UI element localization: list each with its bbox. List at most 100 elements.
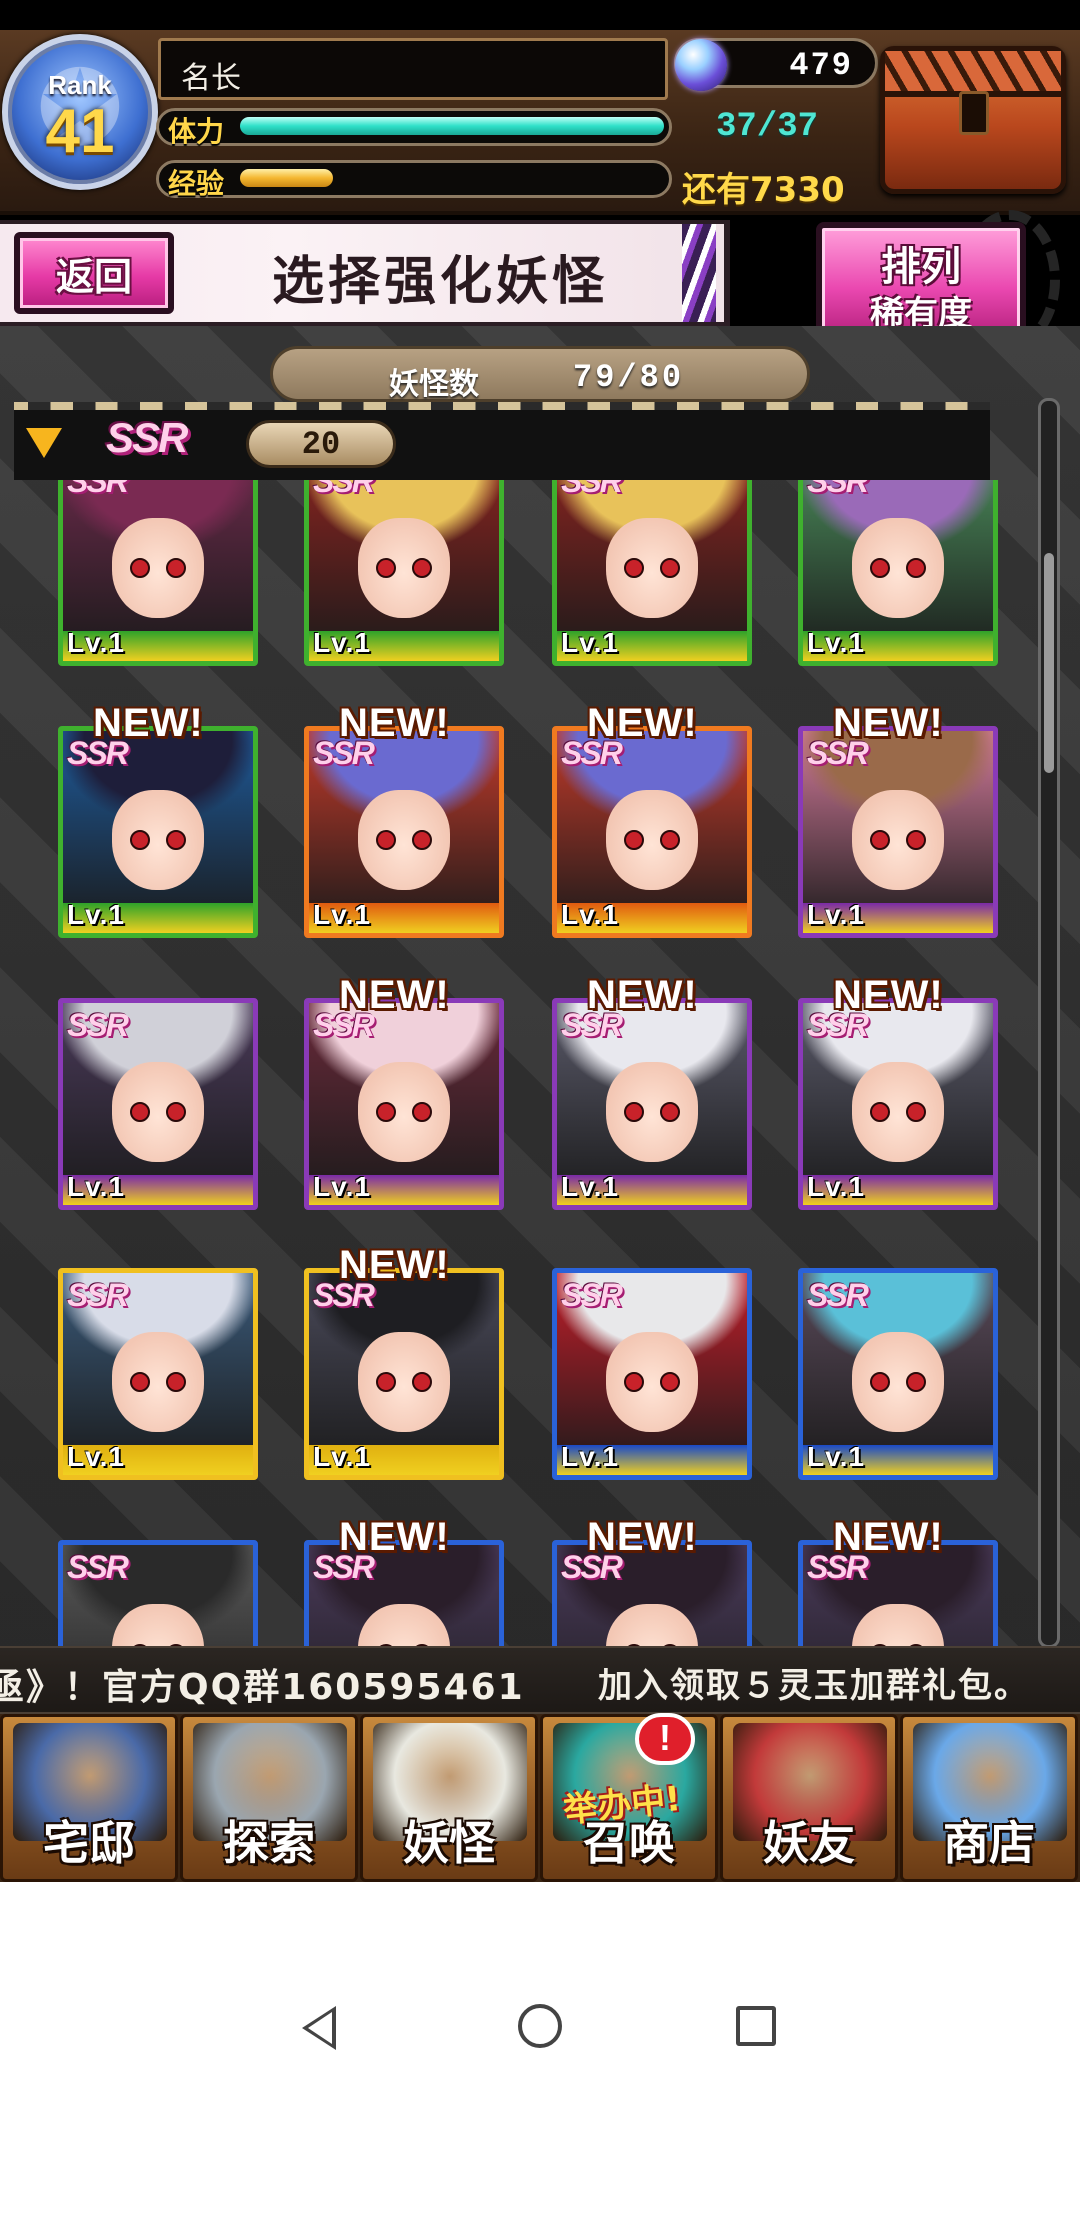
monster-card[interactable]: Lv.1SSRNEW! bbox=[552, 973, 752, 1210]
monster-level: Lv.1 bbox=[561, 1441, 619, 1472]
monster-card[interactable]: Lv.1SSR bbox=[798, 1268, 998, 1480]
monster-list-panel: 妖怪数 79/80 SSR 20 Lv.1 SSR Lv.1 SSR Lv.1 SSR Lv… bbox=[0, 326, 1080, 1646]
monster-level: Lv.1 bbox=[67, 627, 125, 658]
ssr-badge: SSR bbox=[67, 1007, 129, 1043]
monster-card[interactable]: Lv.1SSR bbox=[58, 1540, 258, 1646]
bottom-nav: 宅邸 探索 妖怪 举办中!! 召唤 妖友 商店 bbox=[0, 1713, 1080, 1882]
announcement-ticker: 亟》！官方QQ群160595461 加入领取５灵玉加群礼包。 bbox=[0, 1646, 1080, 1714]
monster-card[interactable]: Lv.1SSRNEW! bbox=[58, 701, 258, 938]
stamina-fill bbox=[240, 117, 664, 135]
monster-card[interactable]: Lv.1SSR bbox=[304, 480, 504, 666]
nav-crystal-orb[interactable]: 商店 bbox=[900, 1714, 1078, 1882]
ssr-badge: SSR bbox=[67, 1549, 129, 1585]
monster-level: Lv.1 bbox=[313, 899, 371, 930]
new-badge: NEW! bbox=[93, 701, 204, 745]
exp-bar: 经验 bbox=[156, 160, 672, 200]
monster-level: Lv.1 bbox=[313, 1171, 371, 1202]
monster-card[interactable]: Lv.1 SSR bbox=[552, 1268, 752, 1480]
monster-count-value: 79/80 bbox=[573, 359, 685, 396]
stamina-value: 37/37 bbox=[716, 108, 819, 146]
scroll-thumb[interactable] bbox=[1044, 553, 1054, 773]
monster-card[interactable]: Lv.1SSRNEW! bbox=[304, 1243, 504, 1480]
monster-card[interactable]: Lv.1SSRNEW! bbox=[304, 701, 504, 938]
monster-level: Lv.1 bbox=[313, 627, 371, 658]
new-badge: NEW! bbox=[833, 701, 944, 745]
nav-summon-star[interactable]: 举办中!! 召唤 bbox=[540, 1713, 718, 1882]
monster-card[interactable]: Lv.1SSRNEW! bbox=[798, 1515, 998, 1646]
nav-mansion[interactable]: 宅邸 bbox=[0, 1714, 178, 1882]
nav-label: 召唤 bbox=[583, 1816, 675, 1870]
monster-level: Lv.1 bbox=[67, 1441, 125, 1472]
ssr-badge: SSR bbox=[561, 1277, 623, 1313]
stamina-bar: 体力 bbox=[156, 108, 672, 148]
monster-card[interactable]: Lv.1SSRNEW! bbox=[798, 701, 998, 938]
nav-label: 妖友 bbox=[763, 1816, 855, 1870]
gem-counter[interactable]: 479 bbox=[674, 38, 878, 91]
ssr-badge: SSR bbox=[561, 480, 623, 499]
scrollbar[interactable] bbox=[1038, 398, 1060, 1646]
monster-level: Lv.1 bbox=[67, 899, 125, 930]
nav-label: 探索 bbox=[223, 1816, 315, 1870]
monster-level: Lv.1 bbox=[313, 1441, 371, 1472]
stamina-label: 体力 bbox=[168, 115, 225, 148]
nav-label: 商店 bbox=[943, 1816, 1035, 1870]
rank-badge[interactable]: ✪ Rank 41 bbox=[2, 34, 158, 190]
monster-count: 妖怪数 79/80 bbox=[270, 346, 810, 402]
nav-fox-girl[interactable]: 妖友 bbox=[720, 1714, 898, 1882]
monster-card[interactable]: Lv.1SSRNEW! bbox=[552, 701, 752, 938]
monster-level: Lv.1 bbox=[561, 1171, 619, 1202]
page-title: 选择强化妖怪 bbox=[271, 250, 608, 312]
ssr-badge: SSR bbox=[67, 1277, 129, 1313]
monster-card[interactable]: Lv.1SSRNEW! bbox=[552, 1515, 752, 1646]
new-badge: NEW! bbox=[587, 1515, 698, 1559]
gem-orb-icon bbox=[675, 39, 727, 91]
monster-card-grid: Lv.1 SSR Lv.1 SSR Lv.1 SSR Lv.1 SSR Lv.1 SSR NEW! L… bbox=[58, 480, 1008, 1646]
ssr-rarity-badge: SSR bbox=[106, 414, 188, 461]
nav-label: 妖怪 bbox=[403, 1816, 495, 1870]
monster-card[interactable]: Lv.1 SSR bbox=[58, 998, 258, 1210]
system-recents-icon[interactable] bbox=[736, 2006, 776, 2046]
system-home-icon[interactable] bbox=[518, 2004, 562, 2048]
monster-card[interactable]: Lv.1SSRNEW! bbox=[304, 1515, 504, 1646]
monster-level: Lv.1 bbox=[561, 627, 619, 658]
ticker-text-right: 加入领取５灵玉加群礼包。 bbox=[598, 1666, 1030, 1706]
system-back-icon[interactable] bbox=[302, 2006, 336, 2050]
nav-scroll[interactable]: 妖怪 bbox=[360, 1714, 538, 1882]
ssr-badge: SSR bbox=[807, 1277, 869, 1313]
exp-label: 经验 bbox=[168, 167, 225, 200]
back-button[interactable]: 返回 bbox=[14, 232, 174, 314]
ssr-badge: SSR bbox=[67, 480, 129, 499]
monster-count-label: 妖怪数 bbox=[389, 367, 479, 402]
new-badge: NEW! bbox=[587, 973, 698, 1017]
monster-level: Lv.1 bbox=[67, 1171, 125, 1202]
new-badge: NEW! bbox=[339, 1243, 450, 1287]
new-badge: NEW! bbox=[339, 973, 450, 1017]
collapse-arrow-icon[interactable] bbox=[26, 428, 62, 458]
monster-card[interactable]: Lv.1 SSR bbox=[58, 480, 258, 666]
rarity-count: 20 bbox=[246, 420, 396, 468]
player-name: 名长 bbox=[181, 61, 241, 96]
monster-card[interactable]: Lv.1 SSR bbox=[552, 480, 752, 666]
monster-card[interactable]: Lv.1SSRNEW! bbox=[304, 973, 504, 1210]
monster-card[interactable]: Lv.1SSRNEW! bbox=[798, 973, 998, 1210]
system-nav-bar bbox=[0, 1882, 1080, 2220]
nav-magnifier[interactable]: 探索 bbox=[180, 1714, 358, 1882]
monster-level: Lv.1 bbox=[807, 627, 865, 658]
monster-card[interactable]: Lv.1 SSR bbox=[798, 480, 998, 666]
ssr-badge: SSR bbox=[807, 480, 869, 499]
monster-card[interactable]: Lv.1 SSR bbox=[58, 1268, 258, 1480]
alert-badge-icon: ! bbox=[635, 1713, 695, 1765]
rank-value: 41 bbox=[45, 97, 115, 166]
monster-level: Lv.1 bbox=[561, 899, 619, 930]
gem-count: 479 bbox=[789, 47, 853, 84]
monster-level: Lv.1 bbox=[807, 1171, 865, 1202]
exp-remaining: 还有7330 bbox=[682, 170, 845, 210]
new-badge: NEW! bbox=[587, 701, 698, 745]
nav-label: 宅邸 bbox=[43, 1816, 135, 1870]
player-name-box: 名长 bbox=[158, 38, 668, 100]
exp-fill bbox=[240, 169, 334, 187]
sort-label: 排列 bbox=[881, 243, 961, 290]
rarity-group-header[interactable]: SSR 20 bbox=[14, 402, 990, 480]
treasure-chest-icon[interactable] bbox=[880, 46, 1066, 194]
new-badge: NEW! bbox=[833, 973, 944, 1017]
